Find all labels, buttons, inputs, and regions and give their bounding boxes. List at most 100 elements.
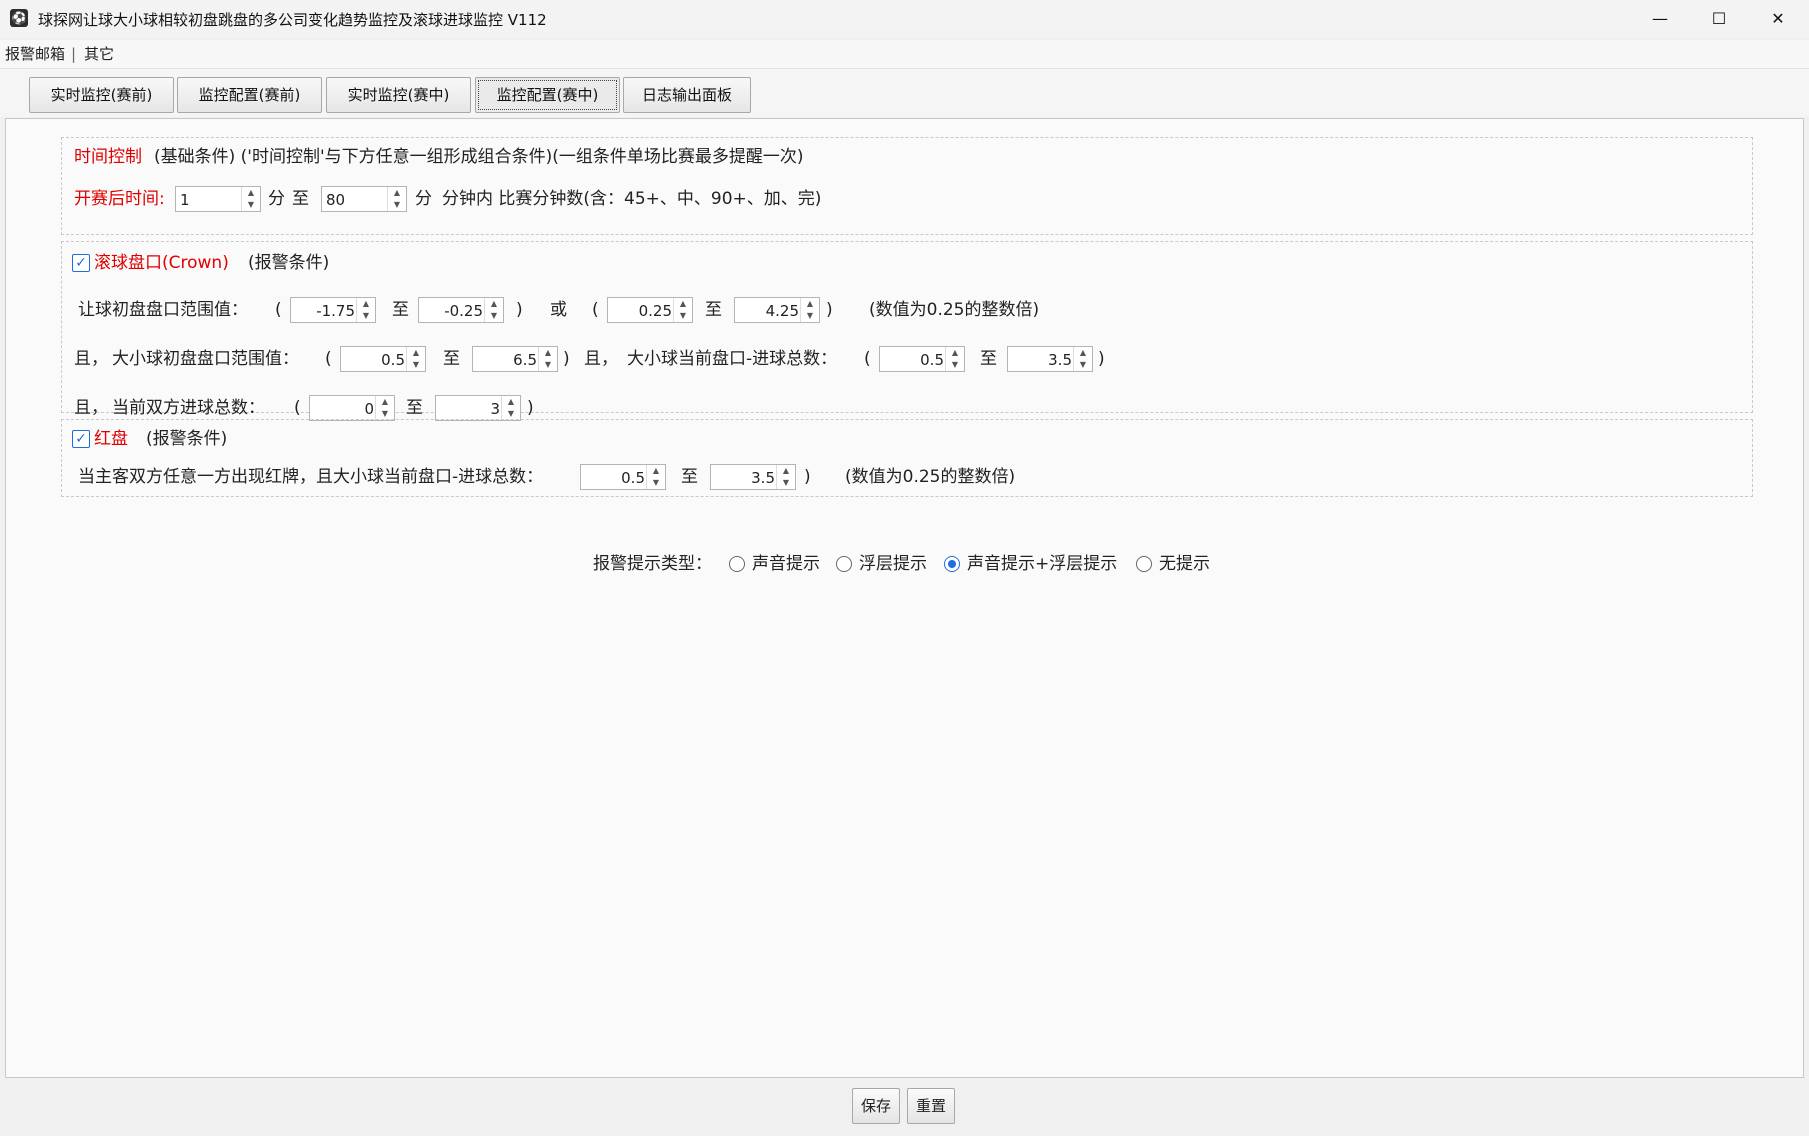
window-title: 球探网让球大小球相较初盘跳盘的多公司变化趋势监控及滚球进球监控 V112 (38, 11, 547, 29)
tab-log-output[interactable]: 日志输出面板 (623, 77, 751, 113)
start-min-spinner[interactable]: 1 ▲ ▼ (175, 186, 261, 212)
tab-live-monitor-inplay[interactable]: 实时监控(赛中) (326, 77, 471, 113)
handicap-max2-value: 4.25 (765, 302, 799, 320)
handicap-max1-spinner[interactable]: -0.25 ▲ ▼ (418, 297, 504, 323)
spinner-arrows-icon[interactable]: ▲ ▼ (646, 465, 665, 489)
close-button[interactable]: ✕ (1749, 0, 1807, 38)
spinner-arrows-icon[interactable]: ▲ ▼ (241, 187, 260, 211)
minute-range-desc: 分钟内 比赛分钟数(含：45+、中、90+、加、完) (442, 189, 822, 209)
handicap-min1-spinner[interactable]: -1.75 ▲ ▼ (290, 297, 376, 323)
app-soccer-icon: ⚽ (10, 9, 28, 27)
paren-close: ) (826, 300, 833, 320)
tab-config-prematch[interactable]: 监控配置(赛前) (177, 77, 322, 113)
alert-none-radio[interactable] (1136, 556, 1152, 572)
goals-max-spinner[interactable]: 3 ▲ ▼ (435, 395, 521, 421)
spinner-arrows-icon[interactable]: ▲ ▼ (673, 298, 692, 322)
spinner-arrows-icon[interactable]: ▲ ▼ (375, 396, 394, 420)
red-card-max-spinner[interactable]: 3.5 ▲ ▼ (710, 464, 796, 490)
tab-live-monitor-prematch[interactable]: 实时监控(赛前) (29, 77, 174, 113)
spinner-arrows-icon[interactable]: ▲ ▼ (776, 465, 795, 489)
spinner-arrows-icon[interactable]: ▲ ▼ (484, 298, 503, 322)
alert-sound-label[interactable]: 声音提示 (752, 553, 820, 575)
red-card-condition-label: 当主客双方任意一方出现红牌，且大小球当前盘口-进球总数： (78, 467, 544, 487)
handicap-max2-spinner[interactable]: 4.25 ▲ ▼ (734, 297, 820, 323)
time-control-desc: (基础条件) ('时间控制'与下方任意一组形成组合条件)(一组条件单场比赛最多提… (154, 147, 804, 167)
reset-button[interactable]: 重置 (907, 1088, 955, 1124)
menu-item-alert-email[interactable]: 报警邮箱 (5, 40, 65, 68)
alert-sound-radio[interactable] (729, 556, 745, 572)
red-card-group: ✓ 红盘 (报警条件) 当主客双方任意一方出现红牌，且大小球当前盘口-进球总数：… (61, 419, 1753, 497)
handicap-max1-value: -0.25 (444, 302, 483, 320)
to-label: 至 (292, 189, 309, 209)
end-min-spinner[interactable]: 80 ▲ ▼ (321, 186, 407, 212)
spinner-arrows-icon[interactable]: ▲ ▼ (406, 347, 425, 371)
alert-overlay-label[interactable]: 浮层提示 (859, 553, 927, 575)
handicap-min1-value: -1.75 (316, 302, 355, 320)
paren-close: ) (516, 300, 523, 320)
alert-overlay-radio[interactable] (836, 556, 852, 572)
paren-close: ) (527, 398, 534, 418)
red-card-min-value: 0.5 (621, 469, 645, 487)
ou-current-min-spinner[interactable]: 0.5 ▲ ▼ (879, 346, 965, 372)
handicap-min2-spinner[interactable]: 0.25 ▲ ▼ (607, 297, 693, 323)
crown-odds-group: ✓ 滚球盘口(Crown) (报警条件) 让球初盘盘口范围值： ( -1.75 … (61, 241, 1753, 421)
start-min-value: 1 (180, 191, 190, 209)
ou-current-max-value: 3.5 (1048, 351, 1072, 369)
ou-current-max-spinner[interactable]: 3.5 ▲ ▼ (1007, 346, 1093, 372)
paren-open: ( (592, 300, 599, 320)
and-label: 且， (74, 398, 108, 418)
spinner-arrows-icon[interactable]: ▲ ▼ (501, 396, 520, 420)
red-card-enable-checkbox[interactable]: ✓ (72, 430, 90, 448)
unit-minute-label: 分 (415, 189, 432, 209)
save-button[interactable]: 保存 (852, 1088, 900, 1124)
maximize-button[interactable]: ☐ (1690, 0, 1748, 38)
alert-none-label[interactable]: 无提示 (1159, 553, 1210, 575)
to-label: 至 (443, 349, 460, 369)
to-label: 至 (980, 349, 997, 369)
goals-min-spinner[interactable]: 0 ▲ ▼ (309, 395, 395, 421)
spinner-arrows-icon[interactable]: ▲ ▼ (800, 298, 819, 322)
to-label: 至 (392, 300, 409, 320)
or-label: 或 (550, 300, 567, 320)
crown-enable-checkbox[interactable]: ✓ (72, 254, 90, 272)
menu-item-other[interactable]: 其它 (84, 40, 114, 68)
total-goals-label: 当前双方进球总数： (112, 398, 265, 418)
handicap-min2-value: 0.25 (638, 302, 672, 320)
to-label: 至 (705, 300, 722, 320)
menu-bar: 报警邮箱 | 其它 (0, 40, 1809, 68)
alert-sound-overlay-radio[interactable] (944, 556, 960, 572)
paren-open: ( (325, 349, 332, 369)
red-card-max-value: 3.5 (751, 469, 775, 487)
and-label: 且， (584, 349, 618, 369)
start-time-label: 开赛后时间: (74, 189, 165, 209)
ou-max-spinner[interactable]: 6.5 ▲ ▼ (472, 346, 558, 372)
handicap-range-label: 让球初盘盘口范围值： (78, 300, 248, 320)
ou-min-spinner[interactable]: 0.5 ▲ ▼ (340, 346, 426, 372)
spinner-arrows-icon[interactable]: ▲ ▼ (356, 298, 375, 322)
spinner-arrows-icon[interactable]: ▲ ▼ (1073, 347, 1092, 371)
red-card-title: 红盘 (94, 429, 128, 449)
red-card-subtitle: (报警条件) (146, 429, 228, 449)
unit-minute-label: 分 (268, 189, 285, 209)
red-card-min-spinner[interactable]: 0.5 ▲ ▼ (580, 464, 666, 490)
to-label: 至 (406, 398, 423, 418)
ou-initial-range-label: 大小球初盘盘口范围值： (112, 349, 299, 369)
alert-sound-overlay-label[interactable]: 声音提示+浮层提示 (967, 553, 1117, 575)
paren-close: ) (804, 467, 811, 487)
config-panel: 时间控制 (基础条件) ('时间控制'与下方任意一组形成组合条件)(一组条件单场… (5, 118, 1804, 1078)
crown-subtitle: (报警条件) (248, 253, 330, 273)
paren-close: ) (1098, 349, 1105, 369)
to-label: 至 (681, 467, 698, 487)
menu-separator: | (71, 45, 77, 63)
paren-open: ( (275, 300, 282, 320)
tab-config-inplay[interactable]: 监控配置(赛中) (475, 77, 620, 113)
ou-max-value: 6.5 (513, 351, 537, 369)
spinner-arrows-icon[interactable]: ▲ ▼ (538, 347, 557, 371)
ou-current-min-value: 0.5 (920, 351, 944, 369)
paren-open: ( (864, 349, 871, 369)
spinner-arrows-icon[interactable]: ▲ ▼ (387, 187, 406, 211)
minimize-button[interactable]: — (1631, 0, 1689, 38)
alert-type-row: 报警提示类型： 声音提示 浮层提示 声音提示+浮层提示 无提示 (6, 551, 1803, 581)
spinner-arrows-icon[interactable]: ▲ ▼ (945, 347, 964, 371)
crown-title: 滚球盘口(Crown) (94, 253, 229, 273)
